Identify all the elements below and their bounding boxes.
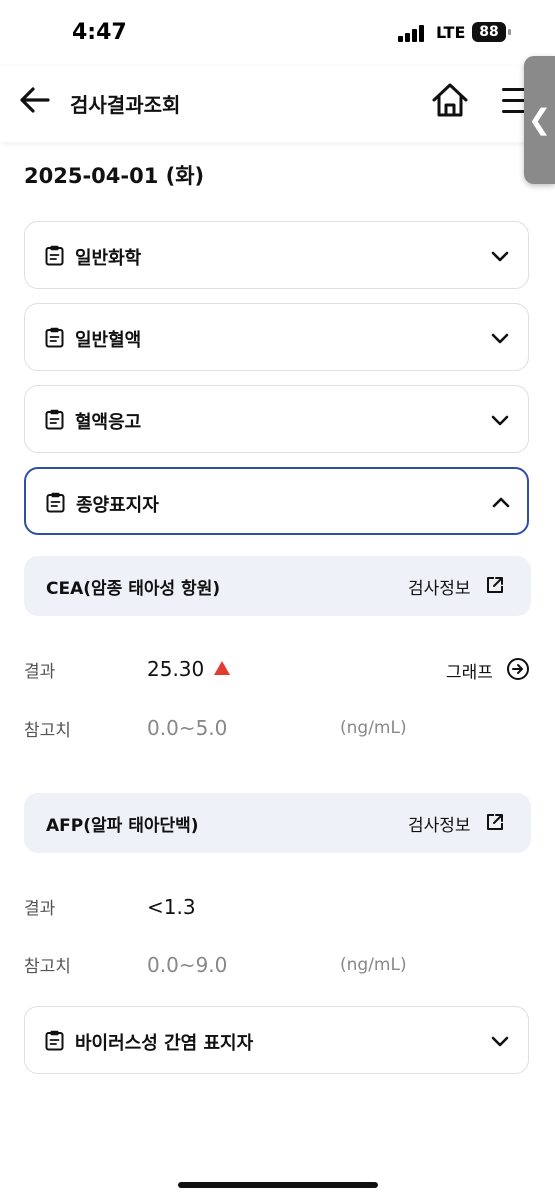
reference-range: 0.0~5.0 [147,716,228,740]
arrow-circle-right-icon[interactable] [506,657,530,681]
result-label: 결과 [24,662,56,682]
afp-test-header: AFP(알파 태아단백) 검사정보 [24,793,531,853]
section-viral-hepatitis[interactable]: 바이러스성 간염 표지자 [24,1006,529,1074]
triangle-up-icon [214,661,230,675]
chevron-down-icon [491,251,509,262]
unit-label: (ng/mL) [340,718,407,738]
cea-test-header: CEA(암종 태아성 항원) 검사정보 [24,556,531,616]
clipboard-icon [46,492,65,513]
external-link-icon[interactable] [486,576,504,594]
reference-range: 0.0~9.0 [147,953,228,977]
app-header: 검사결과조회 [0,66,555,142]
test-info-link[interactable]: 검사정보 [408,574,471,599]
chevron-down-icon [491,415,509,426]
section-coagulation[interactable]: 혈액응고 [24,385,529,453]
home-icon[interactable] [430,80,470,120]
status-bar: 4:47 LTE 88 [0,0,555,66]
section-general-chemistry[interactable]: 일반화학 [24,221,529,289]
clipboard-icon [45,245,64,266]
battery-cap [508,29,511,35]
chevron-up-icon [492,497,510,508]
result-value: 25.30 [147,657,205,681]
battery-icon: 88 [472,22,506,42]
section-label: 바이러스성 간염 표지자 [75,1033,254,1054]
test-info-link[interactable]: 검사정보 [408,811,471,836]
signal-icon [398,24,430,42]
section-label: 혈액응고 [75,412,142,433]
clipboard-icon [45,409,64,430]
unit-label: (ng/mL) [340,955,407,975]
result-value: <1.3 [147,895,196,919]
back-arrow-icon[interactable] [18,83,52,117]
chevron-down-icon [491,333,509,344]
clipboard-icon [45,327,64,348]
section-tumor-markers[interactable]: 종양표지자 [24,467,529,535]
page-title: 검사결과조회 [70,93,181,117]
section-label: 일반혈액 [75,330,142,351]
reference-label: 참고치 [24,957,71,977]
result-label: 결과 [24,899,56,919]
side-panel-handle[interactable]: ❮ [524,56,555,184]
date-heading: 2025-04-01 (화) [24,164,205,188]
test-name: CEA(암종 태아성 항원) [46,579,221,599]
home-indicator [178,1182,378,1188]
test-name: AFP(알파 태아단백) [46,816,199,836]
network-type: LTE [436,23,466,42]
chevron-down-icon [491,1036,509,1047]
graph-link[interactable]: 그래프 [446,658,493,683]
clipboard-icon [45,1030,64,1051]
status-time: 4:47 [72,20,127,45]
section-general-hematology[interactable]: 일반혈액 [24,303,529,371]
section-label: 일반화학 [75,248,142,269]
section-label: 종양표지자 [76,495,159,516]
reference-label: 참고치 [24,721,71,741]
external-link-icon[interactable] [486,813,504,831]
